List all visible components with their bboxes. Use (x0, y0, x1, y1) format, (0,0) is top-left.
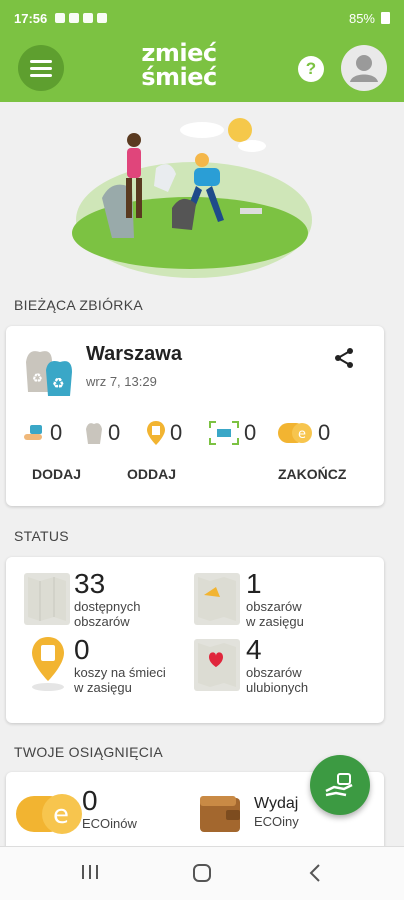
trash-bag-icon (86, 423, 102, 444)
stat-collected: 0 (22, 420, 84, 446)
svg-text:e: e (53, 800, 69, 830)
profile-avatar[interactable] (341, 45, 387, 91)
hand-trash-icon (24, 425, 42, 440)
current-collection-card: ♻ ♻ Warszawa wrz 7, 13:29 0 0 0 0 e 0 DO… (6, 326, 384, 506)
back-icon (309, 864, 320, 882)
current-collection-heading: BIEŻĄCA ZBIÓRKA (14, 297, 143, 313)
map-available-icon (24, 573, 70, 625)
status-card: 33 dostępnych obszarów 1 obszarów w zasi… (6, 557, 384, 723)
app-bar: zmieć śmieć ? (0, 36, 404, 102)
system-nav-bar (0, 846, 404, 900)
stat-scanned: 0 (208, 420, 278, 446)
collection-date: wrz 7, 13:29 (86, 374, 157, 389)
svg-text:e: e (298, 427, 306, 442)
stat-ecoins: e 0 (278, 420, 348, 446)
back-button[interactable] (308, 863, 322, 889)
give-button[interactable]: ODDAJ (127, 466, 176, 482)
home-button[interactable] (192, 863, 212, 889)
system-status-bar: 17:56 85% (0, 0, 404, 36)
trash-bags-icon: ♻ ♻ (22, 342, 76, 398)
collection-actions: DODAJ ODDAJ ZAKOŃCZ (6, 466, 384, 490)
achievements-heading: TWOJE OSIĄGNIĘCIA (14, 744, 164, 760)
collect-fab[interactable] (310, 755, 370, 815)
status-heading: STATUS (14, 528, 69, 544)
ecoins-icon: e (16, 790, 84, 838)
cleanup-illustration (72, 108, 312, 278)
app-logo: zmieć śmieć (141, 39, 217, 91)
add-button[interactable]: DODAJ (32, 466, 81, 482)
status-areas-in-range: 1 obszarów w zasięgu (246, 568, 304, 630)
share-button[interactable] (332, 346, 356, 375)
status-favorite-areas: 4 obszarów ulubionych (246, 634, 309, 696)
notification-icons (55, 13, 108, 23)
battery-icon (381, 12, 390, 24)
bin-range-icon (28, 635, 68, 693)
ecoins-balance: 0 ECOinów (82, 785, 137, 832)
map-in-range-icon (194, 573, 240, 625)
status-bins-in-range: 0 koszy na śmieci w zasięgu (74, 634, 166, 696)
collection-stats: 0 0 0 0 e 0 (22, 418, 372, 448)
stat-bags: 0 (84, 420, 146, 446)
user-icon (350, 55, 378, 82)
recent-apps-button[interactable] (80, 863, 100, 887)
clock: 17:56 (14, 10, 48, 26)
status-available-areas: 33 dostępnych obszarów (74, 568, 141, 630)
bin-pin-icon (147, 421, 165, 445)
wallet-icon[interactable] (198, 792, 242, 834)
svg-text:♻: ♻ (52, 376, 65, 392)
ecoin-icon: e (278, 423, 312, 443)
stat-bins: 0 (146, 420, 208, 446)
share-icon (335, 348, 353, 368)
finish-button[interactable]: ZAKOŃCZ (278, 466, 346, 482)
home-icon (193, 864, 211, 882)
battery-percent: 85% (348, 10, 375, 26)
map-favorite-icon (194, 639, 240, 691)
spend-ecoins[interactable]: Wydaj ECOiny (254, 794, 299, 829)
scan-icon (209, 421, 239, 445)
help-button[interactable]: ? (298, 56, 324, 82)
hand-trash-icon (325, 773, 353, 797)
recents-icon (82, 865, 98, 879)
system-indicators: 85% (349, 11, 390, 26)
svg-text:♻: ♻ (32, 371, 43, 385)
collection-city: Warszawa (86, 343, 182, 365)
menu-button[interactable] (18, 45, 64, 91)
